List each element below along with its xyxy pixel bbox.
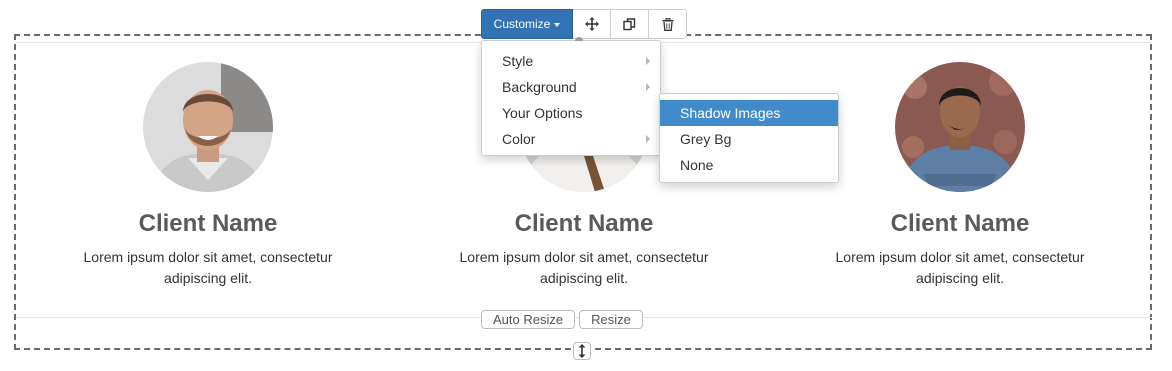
trash-icon: [662, 17, 673, 31]
client-photo: [895, 62, 1025, 192]
submenu-item-none[interactable]: None: [660, 152, 838, 178]
resize-button[interactable]: Resize: [579, 310, 643, 329]
client-card: Client Name Lorem ipsum dolor sit amet, …: [43, 62, 373, 289]
customize-menu: Style Background Your Options Color: [481, 40, 661, 156]
client-description: Lorem ipsum dolor sit amet, consectetur …: [835, 249, 1085, 286]
menu-item-your-options[interactable]: Your Options: [482, 100, 660, 126]
move-icon: [584, 17, 599, 31]
chevron-right-icon: [646, 83, 650, 91]
menu-item-label: Color: [502, 131, 536, 147]
duplicate-icon: [623, 17, 636, 30]
customize-label: Customize: [493, 17, 551, 31]
background-submenu: Shadow Images Grey Bg None: [659, 93, 839, 183]
chevron-right-icon: [646, 135, 650, 143]
auto-resize-button[interactable]: Auto Resize: [481, 310, 576, 329]
page-canvas: Customize Style Background Your Options …: [0, 0, 1172, 371]
chevron-right-icon: [646, 57, 650, 65]
submenu-item-grey-bg[interactable]: Grey Bg: [660, 126, 838, 152]
duplicate-button[interactable]: [611, 9, 649, 39]
customize-button[interactable]: Customize: [481, 9, 573, 39]
client-name: Client Name: [138, 210, 278, 237]
submenu-item-shadow-images[interactable]: Shadow Images: [660, 100, 838, 126]
menu-item-label: Your Options: [502, 105, 583, 121]
delete-button[interactable]: [649, 9, 687, 39]
resize-handle[interactable]: [573, 342, 591, 360]
block-toolbar: Customize: [481, 9, 687, 39]
vertical-resize-icon: [578, 344, 586, 358]
client-avatar: [895, 62, 1025, 192]
client-card: Client Name Lorem ipsum dolor sit amet, …: [795, 62, 1125, 289]
menu-item-label: Background: [502, 79, 577, 95]
client-name: Client Name: [514, 210, 654, 237]
menu-item-color[interactable]: Color: [482, 126, 660, 152]
client-photo: [143, 62, 273, 192]
resize-controls: Auto Resize Resize: [481, 310, 643, 329]
menu-item-label: Style: [502, 53, 534, 69]
chevron-down-icon: [554, 22, 561, 27]
client-avatar: [143, 62, 273, 192]
menu-pointer: [575, 37, 583, 41]
menu-item-style[interactable]: Style: [482, 48, 660, 74]
client-name: Client Name: [890, 210, 1030, 237]
client-description: Lorem ipsum dolor sit amet, consectetur …: [83, 249, 333, 286]
client-description: Lorem ipsum dolor sit amet, consectetur …: [459, 249, 709, 286]
move-button[interactable]: [573, 9, 611, 39]
menu-item-background[interactable]: Background: [482, 74, 660, 100]
